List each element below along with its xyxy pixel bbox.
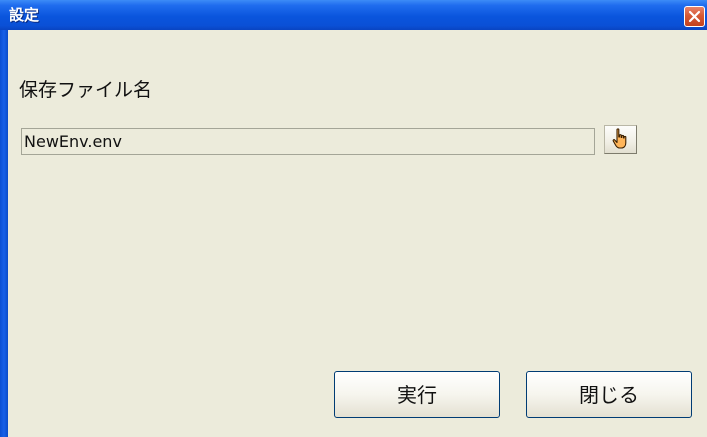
title-bar[interactable]: 設定 xyxy=(0,0,707,30)
run-button[interactable]: 実行 xyxy=(334,371,500,418)
settings-dialog: 設定 保存ファイル名 実行 閉じる xyxy=(0,0,707,437)
close-icon xyxy=(688,10,701,23)
window-title: 設定 xyxy=(9,6,40,24)
filename-input[interactable] xyxy=(21,128,595,155)
browse-file-button[interactable] xyxy=(604,125,637,154)
filename-label: 保存ファイル名 xyxy=(19,79,153,101)
window-left-border xyxy=(0,30,8,437)
window-close-button[interactable] xyxy=(684,6,705,27)
close-button[interactable]: 閉じる xyxy=(526,371,692,418)
hand-pointer-icon xyxy=(612,128,627,149)
